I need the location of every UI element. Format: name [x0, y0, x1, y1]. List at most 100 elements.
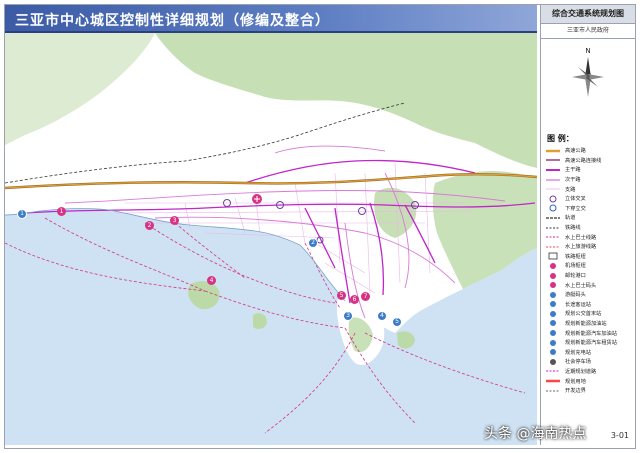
legend-symbol-icon [545, 348, 561, 356]
legend-item: 高速公路连接线 [545, 156, 633, 166]
water-bus-pier-icon[interactable]: 1 [57, 207, 66, 216]
legend-symbol-icon [545, 185, 561, 193]
legend-symbol-icon [545, 195, 561, 203]
water-bus-pier-icon[interactable]: 4 [207, 276, 216, 285]
legend-item: 立体交叉 [545, 194, 633, 204]
legend-symbol-icon [545, 272, 561, 280]
watermark: 头条 @海南热点 [484, 426, 587, 442]
legend-label: 游艇码头 [565, 292, 586, 299]
legend-symbol-icon [545, 214, 561, 222]
legend-item: 主干路 [545, 165, 633, 175]
legend-item: 邮轮港口 [545, 271, 633, 281]
svg-text:N: N [585, 47, 590, 55]
map-title: 三亚市中心城区控制性详细规划（修编及整合） [15, 13, 330, 29]
legend-heading: 图 例： [547, 134, 574, 143]
legend-symbol-icon [545, 377, 561, 385]
legend-label: 主干路 [565, 167, 581, 174]
legend-label: 规划用地 [565, 378, 586, 385]
yacht-marina-icon[interactable]: 1 [17, 209, 27, 219]
legend-symbol-icon [545, 329, 561, 337]
legend-symbol-icon [545, 252, 561, 260]
title-bar: 三亚市中心城区控制性详细规划（修编及整合） [5, 5, 537, 33]
legend-item: 高速公路 [545, 146, 633, 156]
legend-symbol-icon [545, 204, 561, 212]
legend-label: 次干路 [565, 177, 581, 184]
legend-item: 规划充电站 [545, 347, 633, 357]
legend-symbol-icon [545, 281, 561, 289]
legend-label: 水上巴士码头 [565, 282, 597, 289]
legend-symbol-icon [545, 243, 561, 251]
map-sheet-title: 综合交通系统规划图 [541, 5, 635, 24]
legend-label: 机场枢纽 [565, 263, 586, 270]
legend-item: 机场枢纽 [545, 261, 633, 271]
water-bus-pier-icon[interactable]: 7 [361, 292, 370, 301]
legend-item: 规划新能源汽车租赁站 [545, 338, 633, 348]
legend-item: 长途客运站 [545, 300, 633, 310]
legend-item: 下穿立交 [545, 204, 633, 214]
legend-item: 规划用地 [545, 376, 633, 386]
legend-symbol-icon [545, 233, 561, 241]
legend-label: 铁路枢纽 [565, 253, 586, 260]
legend-label: 规划新能源汽车租赁站 [565, 340, 617, 347]
legend-symbol-icon [545, 339, 561, 347]
legend-label: 支路 [565, 186, 576, 193]
legend-item: 水上旅游线路 [545, 242, 633, 252]
page-number: 3-01 [610, 431, 629, 440]
legend-item: 社会停车场 [545, 357, 633, 367]
legend-item: 规划新能源汽车加油站 [545, 328, 633, 338]
legend-symbol-icon [545, 367, 561, 375]
legend-symbol-icon [545, 310, 561, 318]
legend-item: 轨道 [545, 213, 633, 223]
legend-label: 社会停车场 [565, 359, 591, 366]
legend-symbol-icon [545, 224, 561, 232]
legend-symbol-icon [545, 262, 561, 270]
issuing-authority: 三亚市人民政府 [541, 24, 635, 39]
legend-label: 规划新能源汽车加油站 [565, 330, 617, 337]
legend-label: 规划充电站 [565, 349, 591, 356]
map-canvas[interactable]: 1 2 3 4 5 6 7 1 2 3 4 5 [5, 33, 537, 445]
cruise-port-icon[interactable]: 6 [350, 295, 359, 304]
legend-item: 规划公交首末站 [545, 309, 633, 319]
legend-item: 水上巴士线路 [545, 232, 633, 242]
water-bus-pier-icon[interactable]: 5 [337, 291, 346, 300]
legend-symbol-icon [545, 166, 561, 174]
map-svg [5, 33, 537, 445]
legend-label: 水上旅游线路 [565, 244, 597, 251]
legend-symbol-icon [545, 147, 561, 155]
legend-label: 轨道 [565, 215, 576, 222]
legend-label: 下穿立交 [565, 205, 586, 212]
legend-symbol-icon [545, 291, 561, 299]
yacht-marina-icon[interactable]: 2 [308, 238, 318, 248]
legend-panel: 综合交通系统规划图 三亚市人民政府 N 图 例： 高速公路高速公路连接线 主干路次… [540, 5, 635, 445]
legend-label: 铁路线 [565, 225, 581, 232]
legend-symbol-icon [545, 156, 561, 164]
legend-label: 长途客运站 [565, 301, 591, 308]
legend-item: 铁路枢纽 [545, 252, 633, 262]
legend-item: 游艇码头 [545, 290, 633, 300]
legend-symbol-icon [545, 300, 561, 308]
legend-list: 高速公路高速公路连接线 主干路次干路支路 立体交叉 下穿立交轨道铁路线水上巴士线路 水上… [545, 146, 633, 395]
yacht-marina-icon[interactable]: 4 [377, 311, 387, 321]
legend-label: 规划新能源加油站 [565, 320, 607, 327]
legend-item: 水上巴士码头 [545, 280, 633, 290]
legend-item: 开发边界 [545, 386, 633, 396]
legend-item: 次干路 [545, 175, 633, 185]
legend-item: 支路 [545, 184, 633, 194]
cruise-port-icon[interactable]: 3 [170, 216, 179, 225]
legend-label: 规划公交首末站 [565, 311, 602, 318]
legend-label: 水上巴士线路 [565, 234, 597, 241]
legend-item: 铁路线 [545, 223, 633, 233]
legend-item: 近期规划道路 [545, 367, 633, 377]
yacht-marina-icon[interactable]: 3 [343, 311, 353, 321]
water-bus-pier-icon[interactable]: 2 [145, 221, 154, 230]
legend-symbol-icon [545, 387, 561, 395]
legend-item: 规划新能源加油站 [545, 319, 633, 329]
legend-symbol-icon [545, 319, 561, 327]
north-arrow-icon: N [572, 47, 604, 97]
legend-label: 开发边界 [565, 388, 586, 395]
legend-symbol-icon [545, 358, 561, 366]
legend-label: 高速公路 [565, 148, 586, 155]
legend-symbol-icon [545, 176, 561, 184]
legend-label: 高速公路连接线 [565, 157, 602, 164]
yacht-marina-icon[interactable]: 5 [392, 317, 402, 327]
